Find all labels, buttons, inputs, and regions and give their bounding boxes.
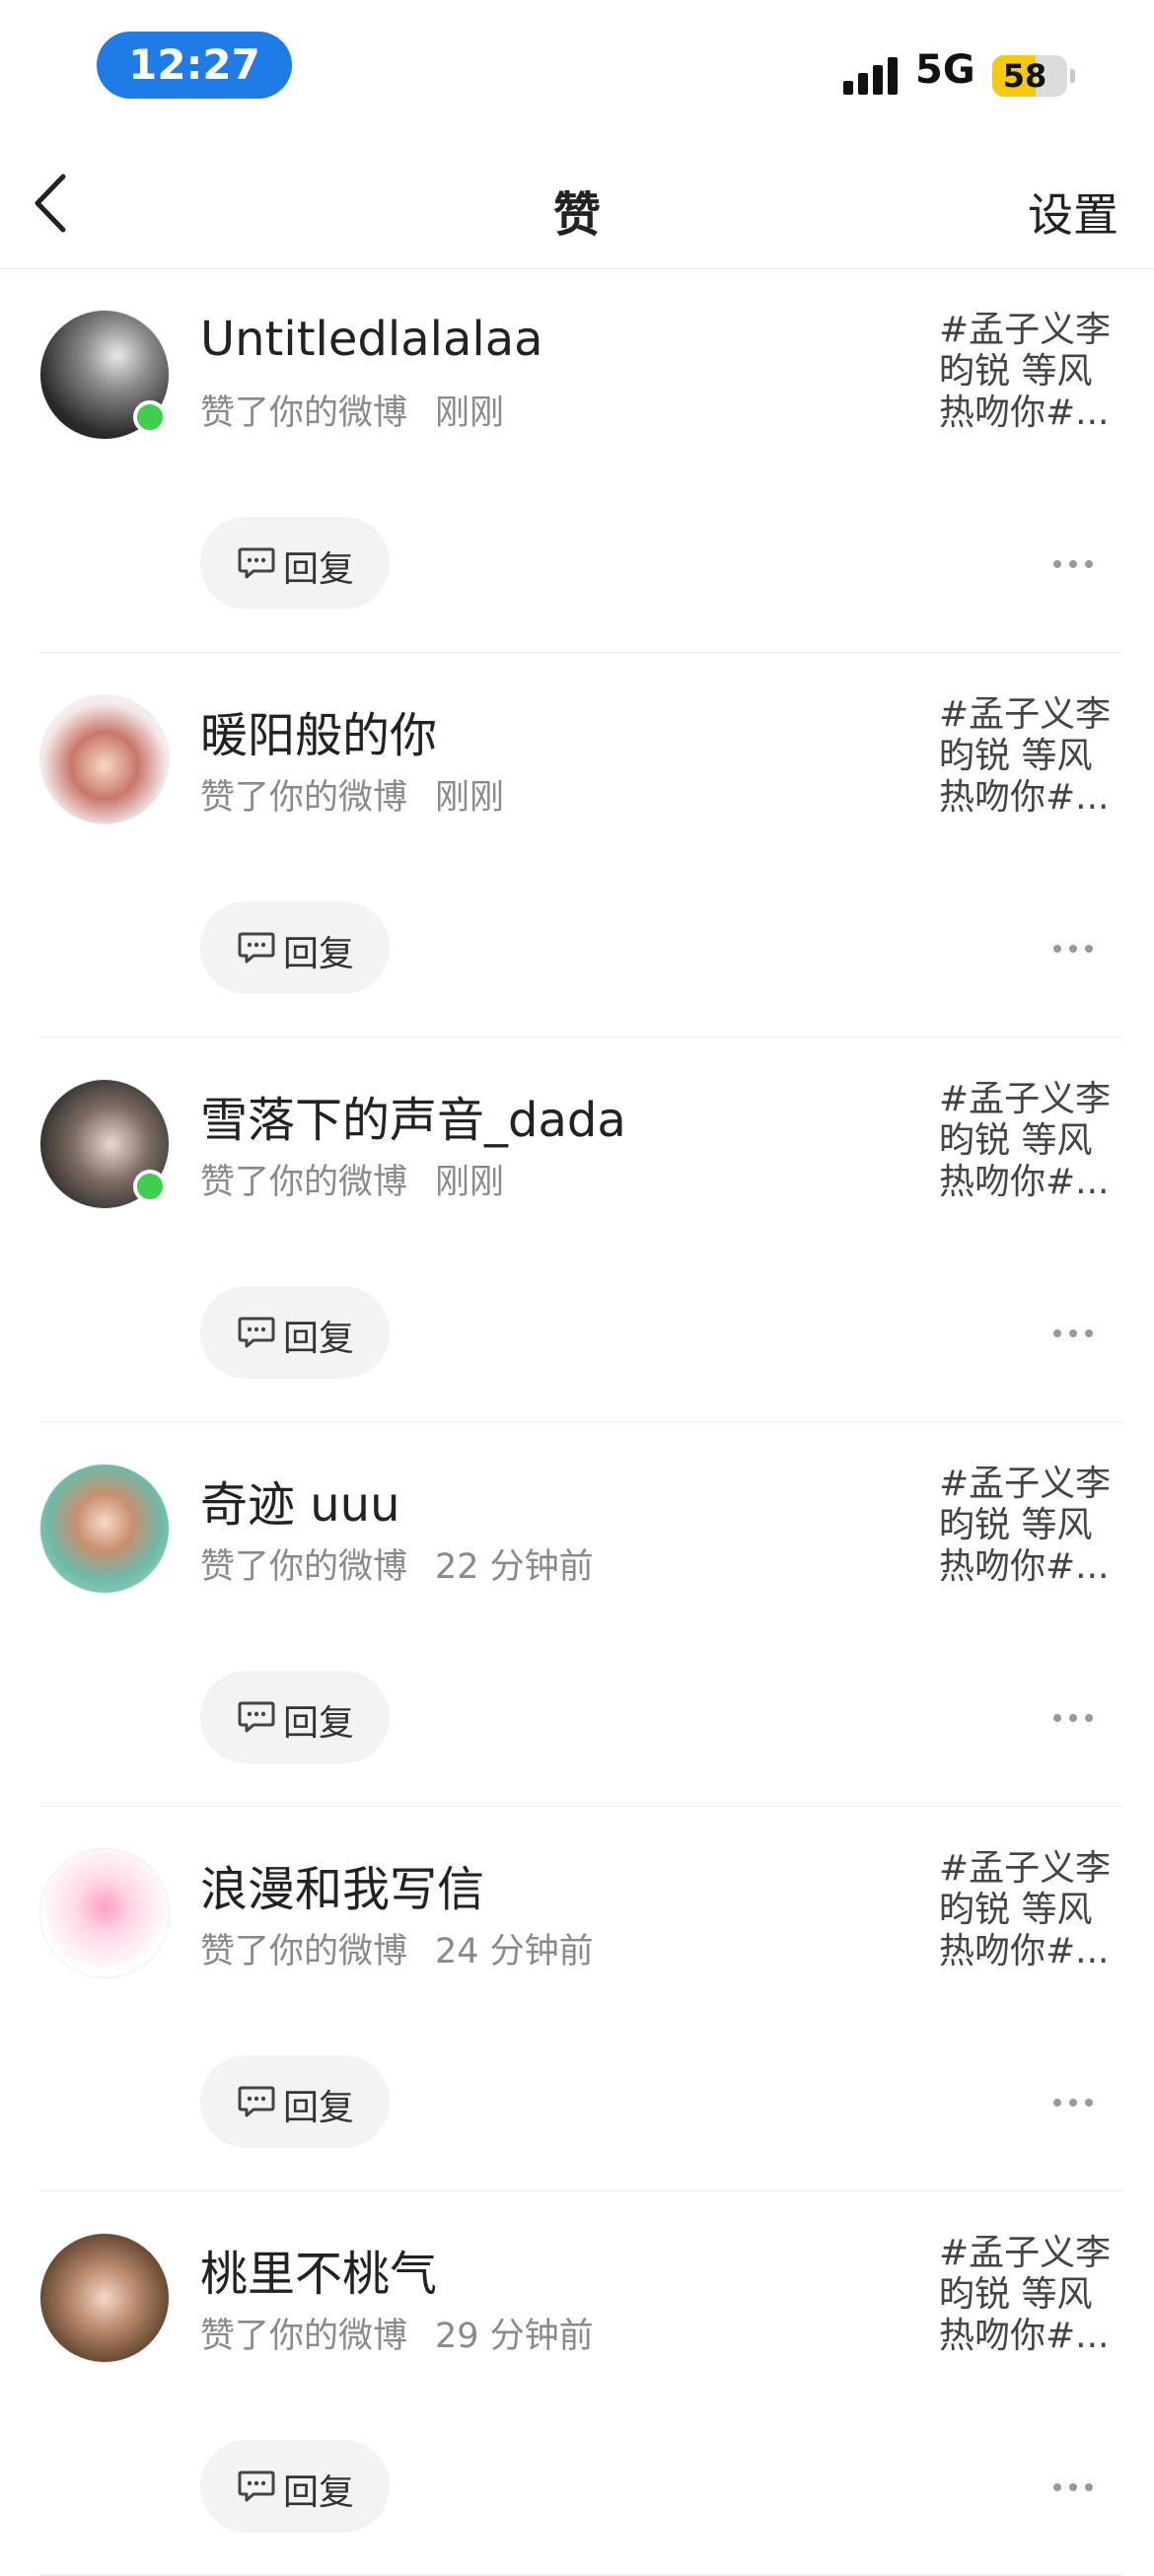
user-name[interactable]: 暖阳般的你	[200, 696, 437, 765]
reply-label: 回复	[283, 2472, 355, 2513]
post-snippet-line: #孟子义李	[939, 1079, 1112, 1119]
like-action: 赞了你的微博	[200, 1547, 408, 1587]
post-snippet[interactable]: #孟子义李 昀锐 等风 热吻你#...	[939, 310, 1117, 434]
more-icon[interactable]	[1053, 2093, 1095, 2112]
comment-icon	[238, 2470, 275, 2502]
post-snippet-line: 热吻你#...	[939, 777, 1110, 818]
reply-button[interactable]: 回复	[200, 2055, 390, 2148]
comment-icon	[238, 1317, 275, 1348]
post-snippet-line: 热吻你#...	[939, 1546, 1110, 1587]
like-action: 赞了你的微博	[200, 778, 408, 818]
list-item[interactable]: 暖阳般的你 赞了你的微博 刚刚 #孟子义李 昀锐 等风 热吻你#... 回复	[0, 653, 1154, 1038]
status-time: 12:27	[97, 32, 292, 99]
likes-list: Untitledlalalaa 赞了你的微博 刚刚 #孟子义李 昀锐 等风 热吻你#.…	[0, 268, 1154, 2576]
reply-button[interactable]: 回复	[200, 2440, 390, 2533]
post-snippet[interactable]: #孟子义李 昀锐 等风 热吻你#...	[939, 694, 1117, 819]
battery-tip	[1070, 69, 1075, 83]
like-meta: 赞了你的微博 刚刚	[200, 1154, 504, 1204]
like-time: 22 分钟前	[435, 1547, 594, 1587]
post-snippet-line: 昀锐 等风	[939, 2274, 1093, 2315]
battery-icon: 58	[992, 55, 1067, 97]
reply-button[interactable]: 回复	[200, 1286, 390, 1379]
more-icon[interactable]	[1053, 1708, 1095, 1728]
status-bar: 12:27 5G 58	[0, 0, 1154, 138]
user-name[interactable]: 浪漫和我写信	[200, 1850, 484, 1919]
list-item[interactable]: 雪落下的声音_dada 赞了你的微博 刚刚 #孟子义李 昀锐 等风 热吻你#... 回…	[0, 1038, 1154, 1422]
avatar[interactable]	[39, 694, 170, 824]
comment-icon	[238, 932, 275, 964]
like-meta: 赞了你的微博 22 分钟前	[200, 1538, 594, 1589]
comment-icon	[238, 2086, 275, 2117]
more-icon[interactable]	[1053, 1324, 1095, 1343]
post-snippet-line: 昀锐 等风	[939, 736, 1093, 776]
reply-button[interactable]: 回复	[200, 1671, 390, 1763]
reply-label: 回复	[283, 549, 355, 590]
more-icon[interactable]	[1053, 554, 1095, 574]
post-snippet[interactable]: #孟子义李 昀锐 等风 热吻你#...	[939, 2233, 1117, 2357]
avatar[interactable]	[39, 2233, 170, 2363]
more-icon[interactable]	[1053, 2477, 1095, 2497]
post-snippet-line: 热吻你#...	[939, 1162, 1110, 1202]
post-snippet-line: #孟子义李	[939, 694, 1112, 735]
post-snippet-line: 昀锐 等风	[939, 1890, 1093, 1930]
post-snippet[interactable]: #孟子义李 昀锐 等风 热吻你#...	[939, 1848, 1117, 1972]
like-action: 赞了你的微博	[200, 1163, 408, 1202]
online-indicator	[133, 1170, 167, 1203]
battery-percent: 58	[1002, 57, 1047, 95]
avatar[interactable]	[39, 1464, 170, 1594]
nav-bar: 赞 设置	[0, 138, 1154, 269]
settings-button[interactable]: 设置	[1028, 179, 1118, 245]
reply-button[interactable]: 回复	[200, 901, 390, 994]
post-snippet-line: #孟子义李	[939, 1848, 1112, 1889]
post-snippet-line: 热吻你#...	[939, 393, 1110, 433]
like-time: 刚刚	[435, 778, 505, 818]
network-type: 5G	[915, 47, 975, 93]
like-meta: 赞了你的微博 刚刚	[200, 385, 504, 435]
signal-icon	[843, 55, 901, 95]
post-snippet-line: #孟子义李	[939, 1464, 1112, 1504]
user-name[interactable]: 桃里不桃气	[200, 2235, 437, 2304]
reply-button[interactable]: 回复	[200, 517, 390, 609]
list-item[interactable]: 奇迹 uuu 赞了你的微博 22 分钟前 #孟子义李 昀锐 等风 热吻你#... 回复	[0, 1422, 1154, 1807]
avatar[interactable]	[39, 1848, 170, 1978]
like-time: 29 分钟前	[435, 2317, 594, 2356]
user-name[interactable]: 雪落下的声音_dada	[200, 1081, 626, 1150]
reply-label: 回复	[283, 2088, 355, 2128]
list-item[interactable]: 浪漫和我写信 赞了你的微博 24 分钟前 #孟子义李 昀锐 等风 热吻你#... 回复	[0, 1807, 1154, 2191]
list-item[interactable]: 桃里不桃气 赞了你的微博 29 分钟前 #孟子义李 昀锐 等风 热吻你#... 回复	[0, 2191, 1154, 2576]
like-meta: 赞了你的微博 24 分钟前	[200, 1923, 594, 1973]
user-name[interactable]: Untitledlalalaa	[200, 312, 543, 367]
like-action: 赞了你的微博	[200, 1932, 408, 1971]
like-action: 赞了你的微博	[200, 394, 408, 433]
post-snippet[interactable]: #孟子义李 昀锐 等风 热吻你#...	[939, 1464, 1117, 1588]
post-snippet-line: 热吻你#...	[939, 1931, 1110, 1971]
reply-label: 回复	[283, 1319, 355, 1359]
more-icon[interactable]	[1053, 939, 1095, 959]
like-action: 赞了你的微博	[200, 2317, 408, 2356]
list-item[interactable]: Untitledlalalaa 赞了你的微博 刚刚 #孟子义李 昀锐 等风 热吻你#.…	[0, 268, 1154, 653]
like-meta: 赞了你的微博 刚刚	[200, 769, 504, 820]
chevron-left-icon[interactable]	[28, 173, 77, 234]
post-snippet-line: 昀锐 等风	[939, 1505, 1093, 1545]
like-time: 刚刚	[435, 1163, 505, 1202]
post-snippet-line: 昀锐 等风	[939, 351, 1093, 392]
post-snippet[interactable]: #孟子义李 昀锐 等风 热吻你#...	[939, 1079, 1117, 1203]
like-time: 刚刚	[435, 394, 505, 433]
comment-icon	[238, 547, 275, 579]
reply-label: 回复	[283, 1703, 355, 1744]
post-snippet-line: #孟子义李	[939, 310, 1112, 350]
post-snippet-line: #孟子义李	[939, 2233, 1112, 2273]
reply-label: 回复	[283, 934, 355, 974]
like-time: 24 分钟前	[435, 1932, 594, 1971]
like-meta: 赞了你的微博 29 分钟前	[200, 2308, 594, 2358]
user-name[interactable]: 奇迹 uuu	[200, 1466, 400, 1535]
post-snippet-line: 热吻你#...	[939, 2316, 1110, 2356]
page-title: 赞	[552, 187, 601, 243]
online-indicator	[133, 400, 167, 434]
post-snippet-line: 昀锐 等风	[939, 1120, 1093, 1161]
comment-icon	[238, 1701, 275, 1733]
